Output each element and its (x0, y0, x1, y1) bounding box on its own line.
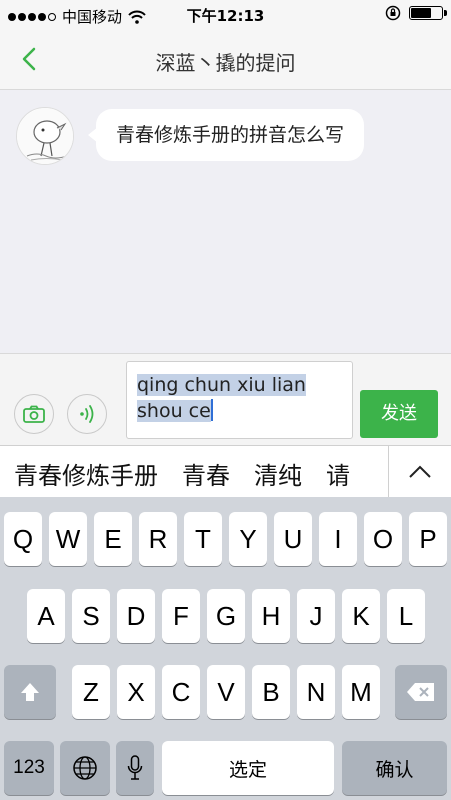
key-w[interactable]: W (49, 512, 87, 566)
composer: qing chun xiu lian shou ce 发送 (0, 353, 451, 445)
key-o[interactable]: O (364, 512, 402, 566)
space-key[interactable]: 选定 (162, 741, 334, 795)
numbers-key[interactable]: 123 (4, 741, 54, 795)
key-s[interactable]: S (72, 589, 110, 643)
camera-button[interactable] (14, 394, 54, 434)
avatar[interactable] (16, 107, 74, 165)
backspace-icon (407, 683, 434, 701)
key-m[interactable]: M (342, 665, 380, 719)
confirm-key[interactable]: 确认 (342, 741, 447, 795)
candidate-item[interactable]: 青春 (182, 456, 230, 491)
key-p[interactable]: P (409, 512, 447, 566)
key-a[interactable]: A (27, 589, 65, 643)
key-e[interactable]: E (94, 512, 132, 566)
message-bubble[interactable]: 青春修炼手册的拼音怎么写 (87, 109, 365, 161)
chevron-up-icon (409, 465, 431, 478)
chat-area[interactable]: 青春修炼手册的拼音怎么写 (0, 91, 451, 353)
bird-avatar-icon (17, 108, 73, 164)
key-b[interactable]: B (252, 665, 290, 719)
page-title: 深蓝丶撬的提问 (155, 51, 296, 75)
key-v[interactable]: V (207, 665, 245, 719)
microphone-icon (127, 755, 143, 780)
input-line-1: qing chun xiu lian (137, 374, 306, 396)
voice-button[interactable] (67, 394, 107, 434)
shift-arrow-icon (21, 683, 39, 701)
delete-key[interactable] (395, 665, 447, 719)
candidate-item[interactable]: 青春修炼手册 (14, 456, 158, 491)
expand-candidates-button[interactable] (388, 446, 451, 497)
key-d[interactable]: D (117, 589, 155, 643)
status-time: 下午12:13 (186, 7, 265, 25)
rotation-lock-icon (385, 5, 401, 21)
key-u[interactable]: U (274, 512, 312, 566)
key-n[interactable]: N (297, 665, 335, 719)
key-t[interactable]: T (184, 512, 222, 566)
key-x[interactable]: X (117, 665, 155, 719)
text-caret (210, 399, 213, 421)
keyboard: Q W E R T Y U I O P A S D F G H J K L Z … (0, 497, 451, 800)
message-input[interactable]: qing chun xiu lian shou ce (126, 361, 353, 439)
status-bar: 中国移动 下午12:13 (0, 0, 451, 30)
key-j[interactable]: J (297, 589, 335, 643)
key-q[interactable]: Q (4, 512, 42, 566)
input-line-2: shou ce (137, 400, 211, 422)
key-r[interactable]: R (139, 512, 177, 566)
nav-bar: 深蓝丶撬的提问 (0, 30, 451, 90)
globe-icon (73, 756, 97, 780)
key-i[interactable]: I (319, 512, 357, 566)
shift-key[interactable] (4, 665, 56, 719)
key-y[interactable]: Y (229, 512, 267, 566)
voice-wave-icon (80, 405, 94, 423)
key-l[interactable]: L (387, 589, 425, 643)
key-z[interactable]: Z (72, 665, 110, 719)
dictation-key[interactable] (116, 741, 154, 795)
candidate-item[interactable]: 清纯 (254, 456, 302, 491)
key-f[interactable]: F (162, 589, 200, 643)
key-h[interactable]: H (252, 589, 290, 643)
candidate-bar: 青春修炼手册 青春 清纯 请 (0, 445, 451, 497)
key-c[interactable]: C (162, 665, 200, 719)
battery-icon (409, 6, 447, 20)
key-g[interactable]: G (207, 589, 245, 643)
candidate-item[interactable]: 请 (326, 456, 350, 491)
globe-key[interactable] (60, 741, 110, 795)
send-button[interactable]: 发送 (360, 390, 438, 438)
camera-icon (23, 405, 45, 423)
key-k[interactable]: K (342, 589, 380, 643)
